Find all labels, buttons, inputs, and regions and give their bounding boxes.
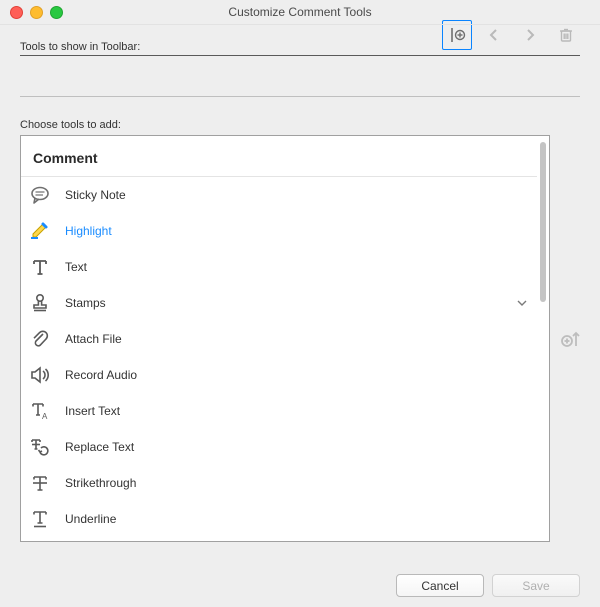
tool-label: Attach File: [65, 332, 122, 346]
content-area: Tools to show in Toolbar: Choose tools t…: [0, 17, 600, 542]
tool-panel-row: Comment Sticky Note Highlight: [20, 135, 580, 542]
move-right-button[interactable]: [516, 21, 544, 49]
tool-label: Sticky Note: [65, 188, 126, 202]
svg-text:A: A: [42, 412, 48, 421]
insert-text-icon: A: [29, 400, 51, 422]
side-controls: [560, 328, 582, 350]
move-left-button[interactable]: [480, 21, 508, 49]
close-window-button[interactable]: [10, 6, 23, 19]
highlighter-icon: [29, 220, 51, 242]
scrollbar[interactable]: [540, 142, 546, 302]
tool-text[interactable]: Text: [21, 249, 537, 285]
paperclip-icon: [29, 328, 51, 350]
tool-group-header: Comment: [21, 136, 537, 177]
window-controls: [0, 6, 63, 19]
tool-label: Replace Text: [65, 440, 134, 454]
speaker-icon: [29, 364, 51, 386]
tool-strikethrough[interactable]: Strikethrough: [21, 465, 537, 501]
tool-label: Stamps: [65, 296, 106, 310]
window-title: Customize Comment Tools: [0, 5, 600, 19]
tool-list-panel: Comment Sticky Note Highlight: [20, 135, 550, 542]
tool-insert-text[interactable]: A Insert Text: [21, 393, 537, 429]
footer-buttons: Cancel Save: [396, 574, 580, 597]
tool-label: Underline: [65, 512, 116, 526]
tool-highlight[interactable]: Highlight: [21, 213, 537, 249]
speech-bubble-icon: [29, 184, 51, 206]
minimize-window-button[interactable]: [30, 6, 43, 19]
chevron-down-icon: [517, 298, 527, 308]
text-t-icon: [29, 256, 51, 278]
replace-text-icon: [29, 436, 51, 458]
stamp-icon: [29, 292, 51, 314]
tool-sticky-note[interactable]: Sticky Note: [21, 177, 537, 213]
add-to-toolbar-button[interactable]: [560, 328, 582, 350]
strikethrough-icon: [29, 472, 51, 494]
tool-list-scroll[interactable]: Comment Sticky Note Highlight: [21, 136, 537, 541]
tool-stamps[interactable]: Stamps: [21, 285, 537, 321]
tool-label: Text: [65, 260, 87, 274]
tool-record-audio[interactable]: Record Audio: [21, 357, 537, 393]
toolbar-divider: [20, 55, 580, 56]
window: Customize Comment Tools Tools to show in…: [0, 0, 600, 607]
tool-underline[interactable]: Underline: [21, 501, 537, 537]
tool-replace-text[interactable]: Replace Text: [21, 429, 537, 465]
toolbar-bottom-divider: [20, 96, 580, 97]
underline-icon: [29, 508, 51, 530]
titlebar: Customize Comment Tools: [0, 0, 600, 25]
save-button[interactable]: Save: [492, 574, 580, 597]
tool-label: Insert Text: [65, 404, 120, 418]
delete-button[interactable]: [552, 21, 580, 49]
tool-label: Highlight: [65, 224, 112, 238]
cancel-button[interactable]: Cancel: [396, 574, 484, 597]
tool-label: Strikethrough: [65, 476, 136, 490]
choose-section-label: Choose tools to add:: [20, 119, 580, 131]
tool-attach-file[interactable]: Attach File: [21, 321, 537, 357]
zoom-window-button[interactable]: [50, 6, 63, 19]
toolbar-section-label: Tools to show in Toolbar:: [20, 41, 434, 53]
tool-label: Record Audio: [65, 368, 137, 382]
